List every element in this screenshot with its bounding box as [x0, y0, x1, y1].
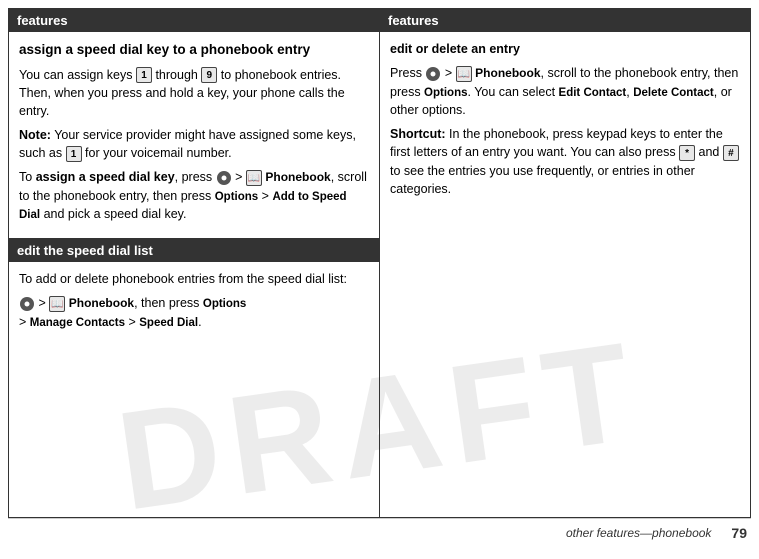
- right-para1: Press > 📖 Phonebook, scroll to the phone…: [390, 64, 740, 119]
- star-key: *: [679, 145, 695, 161]
- key-9: 9: [201, 67, 217, 83]
- assign-bold: assign a speed dial key: [36, 170, 175, 184]
- left-section2-header: edit the speed dial list: [9, 239, 379, 262]
- key-1b: 1: [66, 146, 82, 162]
- phonebook-key-icon-2: 📖: [49, 296, 65, 312]
- left-section1-header: features: [9, 9, 379, 32]
- left-column: features assign a speed dial key to a ph…: [8, 8, 379, 518]
- phonebook-ref-1: Phonebook: [265, 170, 330, 184]
- right-subsection-title: edit or delete an entry: [390, 40, 740, 58]
- edit-contact-text: Edit Contact: [559, 87, 627, 99]
- add-speed-dial-text: Add to Speed Dial: [19, 191, 347, 222]
- right-section-header: features: [380, 9, 750, 32]
- speed-dial-text: Speed Dial: [139, 317, 198, 329]
- footer-page-number: 79: [731, 525, 747, 541]
- delete-contact-text: Delete Contact: [633, 87, 714, 99]
- phonebook-ref-2: Phonebook: [69, 296, 134, 310]
- left-section-1: features assign a speed dial key to a ph…: [9, 9, 379, 239]
- left-s2-para1: To add or delete phonebook entries from …: [19, 270, 369, 288]
- phonebook-key-icon: 📖: [246, 170, 262, 186]
- shortcut-label: Shortcut:: [390, 127, 446, 141]
- options-text-2: Options: [203, 298, 246, 310]
- right-column: features edit or delete an entry Press >…: [379, 8, 751, 518]
- left-section2-body: To add or delete phonebook entries from …: [9, 262, 379, 345]
- page-container: DRAFT features assign a speed dial key t…: [0, 0, 759, 547]
- content-area: features assign a speed dial key to a ph…: [0, 0, 759, 518]
- nav-button-1: [217, 171, 231, 185]
- footer: other features—phonebook 79: [0, 519, 759, 547]
- options-text-3: Options: [424, 87, 467, 99]
- phonebook-ref-3: Phonebook: [475, 66, 540, 80]
- footer-text: other features—phonebook: [566, 526, 711, 540]
- phonebook-key-icon-3: 📖: [456, 66, 472, 82]
- left-s1-para2: To assign a speed dial key, press > 📖 Ph…: [19, 168, 369, 224]
- right-section-body: edit or delete an entry Press > 📖 Phoneb…: [380, 32, 750, 517]
- left-section-2: edit the speed dial list To add or delet…: [9, 239, 379, 517]
- left-s1-title-text: assign a speed dial key to a phonebook e…: [19, 42, 310, 57]
- left-section1-body: assign a speed dial key to a phonebook e…: [9, 32, 379, 238]
- key-1: 1: [136, 67, 152, 83]
- edit-delete-title: edit or delete an entry: [390, 42, 520, 56]
- options-text-1: Options: [215, 191, 258, 203]
- manage-contacts-text: Manage Contacts: [30, 317, 125, 329]
- left-s1-note: Note: Your service provider might have a…: [19, 126, 369, 162]
- left-s1-title: assign a speed dial key to a phonebook e…: [19, 40, 369, 60]
- note-label: Note:: [19, 128, 51, 142]
- nav-button-2: [20, 297, 34, 311]
- nav-button-3: [426, 67, 440, 81]
- hash-key: #: [723, 145, 739, 161]
- left-s2-para2: > 📖 Phonebook, then press Options > Mana…: [19, 294, 369, 331]
- left-s1-para1: You can assign keys 1 through 9 to phone…: [19, 66, 369, 120]
- right-shortcut: Shortcut: In the phonebook, press keypad…: [390, 125, 740, 198]
